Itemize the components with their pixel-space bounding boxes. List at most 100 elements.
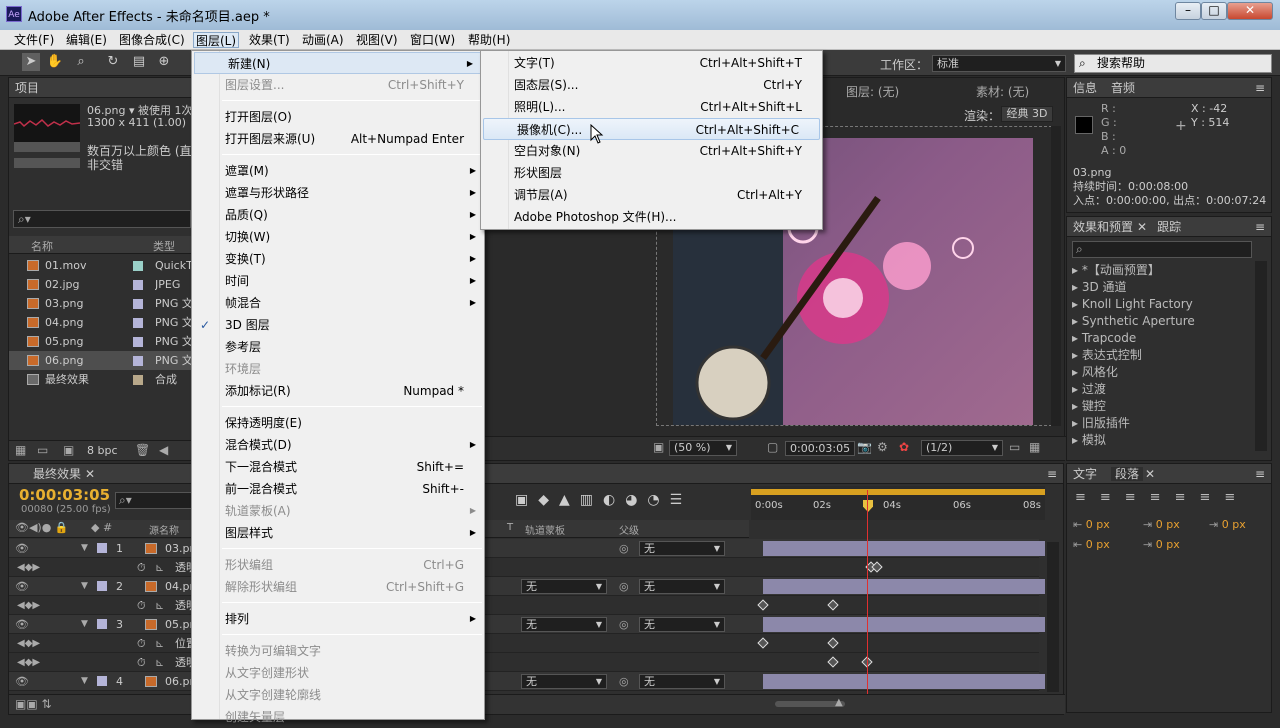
renderer-value[interactable]: 经典 3D [1001, 106, 1053, 122]
timeline-switch-buttons[interactable]: ▣◆▲▥◐◕◔☰ [515, 492, 692, 508]
zoom-tool-icon[interactable]: ⌕ [72, 53, 90, 71]
graph-icon[interactable]: ⊾ [155, 596, 164, 615]
effect-category[interactable]: ▸ 风格化 [1072, 364, 1250, 381]
new-submenu-item-a[interactable]: 调节层(A) Ctrl+Alt+Y [481, 184, 822, 206]
track-matte-select[interactable]: 无 ▼ [521, 674, 607, 689]
tab-audio[interactable]: 音频 [1111, 81, 1135, 95]
color-channels-icon[interactable]: ✿ [899, 440, 909, 454]
pick-whip-icon[interactable]: ◎ [619, 615, 629, 634]
effects-scrollbar[interactable] [1255, 261, 1267, 451]
parent-select[interactable]: 无 ▼ [639, 674, 725, 689]
interpret-footage-icon[interactable]: ▦ [15, 443, 26, 457]
project-item[interactable]: 06.png PNG 文 [9, 351, 191, 370]
twirl-down-icon[interactable]: ▼ [81, 615, 88, 634]
menu-help[interactable]: 帮助(H) [466, 32, 512, 48]
zoom-in-icon[interactable]: ▲ [835, 697, 843, 708]
layer-menu-item-r[interactable]: 添加标记(R) Numpad * [192, 380, 484, 402]
twirl-down-icon[interactable]: ▼ [81, 539, 88, 558]
column-type[interactable]: 类型 [153, 238, 175, 254]
effect-category[interactable]: ▸ Trapcode [1072, 330, 1250, 347]
layer-menu-item-e[interactable]: 保持透明度(E) [192, 412, 484, 434]
panel-menu-icon[interactable]: ≡ [1255, 78, 1265, 98]
timeline-property-row[interactable]: ◀◆▶ ⏱ ⊾ 透明 [9, 558, 1039, 577]
menu-view[interactable]: 视图(V) [354, 32, 400, 48]
label-color-swatch[interactable] [133, 280, 143, 290]
minimize-button[interactable]: – [1175, 2, 1201, 20]
project-search-input[interactable]: ⌕▾ [13, 210, 191, 228]
twirl-down-icon[interactable]: ▼ [81, 672, 88, 691]
effect-category[interactable]: ▸ 过渡 [1072, 381, 1250, 398]
region-of-interest-icon[interactable]: ▢ [767, 440, 778, 454]
label-color-swatch[interactable] [133, 318, 143, 328]
maximize-button[interactable]: □ [1201, 2, 1227, 20]
panel-menu-icon[interactable]: ≡ [1047, 464, 1057, 484]
effect-category[interactable]: ▸ 模拟 [1072, 432, 1250, 449]
effect-category[interactable]: ▸ 3D 通道 [1072, 279, 1250, 296]
panel-menu-icon[interactable]: ≡ [1255, 464, 1265, 484]
av-switch-icons[interactable]: 👁◀)● 🔒 [15, 521, 69, 534]
menu-animation[interactable]: 动画(A) [300, 32, 346, 48]
close-button[interactable]: ✕ [1227, 2, 1273, 20]
rotate-tool-icon[interactable]: ↻ [104, 53, 122, 71]
layer-menu-item-t[interactable]: 变换(T) ▶ [192, 248, 484, 270]
layer-menu-item-item[interactable]: 时间 ▶ [192, 270, 484, 292]
pick-whip-icon[interactable]: ◎ [619, 672, 629, 691]
twirl-down-icon[interactable]: ▼ [81, 577, 88, 596]
layer-menu-item-o[interactable]: 打开图层(O) [192, 106, 484, 128]
keyframe-navigator-icon[interactable]: ◀◆▶ [17, 558, 40, 577]
layer-label-color[interactable] [97, 676, 107, 686]
pan-behind-tool-icon[interactable]: ⊕ [155, 53, 173, 71]
tab-tracker[interactable]: 跟踪 [1157, 220, 1181, 234]
work-area-bar[interactable] [751, 489, 1045, 495]
track-matte-select[interactable]: 无 ▼ [521, 579, 607, 594]
close-icon[interactable]: ✕ [85, 467, 95, 481]
project-item[interactable]: 02.jpg JPEG [9, 275, 191, 294]
trash-icon[interactable]: 🗑 [135, 443, 150, 457]
effect-category[interactable]: ▸ Knoll Light Factory [1072, 296, 1250, 313]
stopwatch-icon[interactable]: ⏱ [137, 653, 146, 672]
visibility-eye-icon[interactable]: 👁 [15, 672, 29, 691]
timeline-search-input[interactable]: ⌕▾ [115, 492, 193, 509]
indent-first-value[interactable]: 0 px [1222, 518, 1246, 531]
timeline-property-row[interactable]: ◀◆▶ ⏱ ⊾ 透明 [9, 596, 1039, 615]
visibility-eye-icon[interactable]: 👁 [15, 577, 29, 596]
project-item[interactable]: 05.png PNG 文 [9, 332, 191, 351]
effect-category[interactable]: ▸ *【动画预置】 [1072, 262, 1250, 279]
alignment-buttons[interactable]: ≡≡≡≡≡≡≡ [1075, 490, 1249, 505]
layer-menu-item-item[interactable]: 帧混合 ▶ [192, 292, 484, 314]
close-icon[interactable]: ✕ [1137, 220, 1147, 234]
selection-tool-icon[interactable]: ➤ [22, 53, 40, 71]
visibility-eye-icon[interactable]: 👁 [15, 615, 29, 634]
tab-effects-presets[interactable]: 效果和预置 [1073, 220, 1133, 234]
stopwatch-icon[interactable]: ⏱ [137, 596, 146, 615]
timeline-property-row[interactable]: ◀◆▶ ⏱ ⊾ 位置 [9, 634, 1039, 653]
new-submenu-item-adobe-photoshop-h[interactable]: Adobe Photoshop 文件(H)... [481, 206, 822, 228]
column-source-name[interactable]: 源名称 [149, 522, 179, 537]
timeline-layer-row[interactable]: 👁 ▼ 3 05.pn 无 ▼ ◎ 无 ▼ [9, 615, 1045, 634]
graph-icon[interactable]: ⊾ [155, 558, 164, 577]
layer-menu-item-m[interactable]: 遮罩(M) ▶ [192, 160, 484, 182]
parent-select[interactable]: 无 ▼ [639, 617, 725, 632]
fast-previews-icon[interactable]: ▭ [1009, 440, 1020, 454]
snapshot-icon[interactable]: ▣ [653, 440, 664, 454]
project-item[interactable]: 03.png PNG 文 [9, 294, 191, 313]
help-search-input[interactable]: ⌕ 搜索帮助 [1074, 54, 1272, 73]
resolution-select[interactable]: (1/2) ▼ [921, 440, 1003, 456]
layer-menu-item-item[interactable]: 图层样式 ▶ [192, 522, 484, 544]
column-parent[interactable]: 父级 [619, 522, 639, 537]
layer-label-color[interactable] [97, 619, 107, 629]
label-color-swatch[interactable] [133, 356, 143, 366]
layer-duration-bar[interactable] [763, 541, 1045, 556]
new-folder-icon[interactable]: ▭ [37, 443, 48, 457]
material-tab[interactable]: 素材: (无) [976, 83, 1029, 100]
label-color-swatch[interactable] [133, 261, 143, 271]
layer-menu-item-w[interactable]: 切换(W) ▶ [192, 226, 484, 248]
layer-label-color[interactable] [97, 543, 107, 553]
tab-info[interactable]: 信息 [1073, 81, 1097, 95]
effect-category[interactable]: ▸ 键控 [1072, 398, 1250, 415]
label-color-swatch[interactable] [133, 337, 143, 347]
pick-whip-icon[interactable]: ◎ [619, 539, 629, 558]
menu-composition[interactable]: 图像合成(C) [117, 32, 187, 48]
indent-left-value[interactable]: 0 px [1086, 518, 1110, 531]
layer-duration-bar[interactable] [763, 674, 1045, 689]
